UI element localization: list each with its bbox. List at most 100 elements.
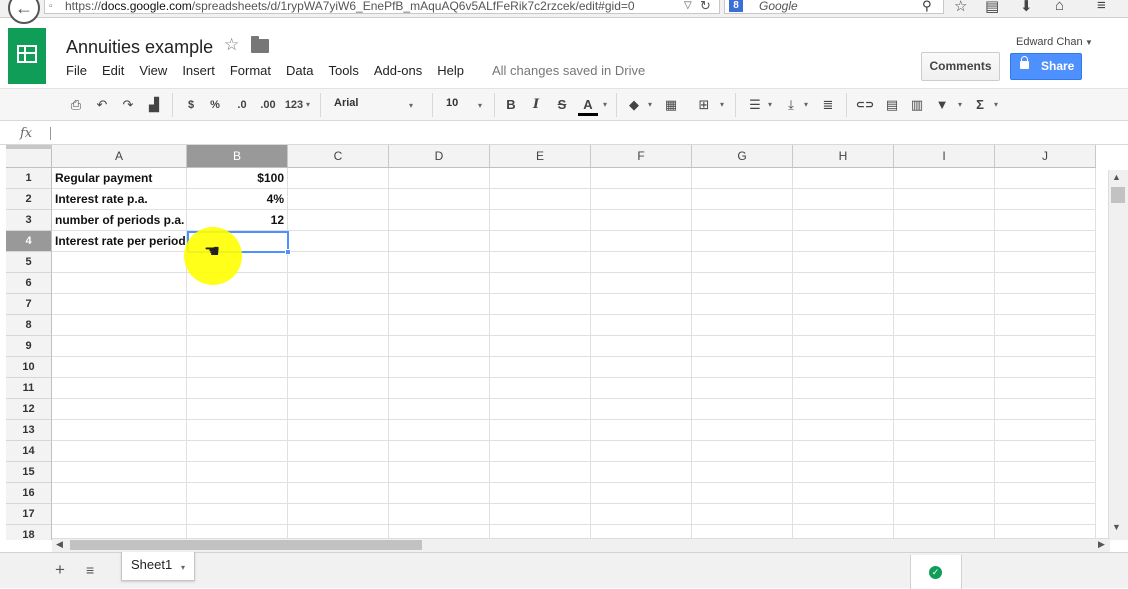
cell-d17[interactable] [389, 504, 490, 525]
cell-g16[interactable] [692, 483, 793, 504]
cell-c15[interactable] [288, 462, 389, 483]
cell-d16[interactable] [389, 483, 490, 504]
account-caret-icon[interactable]: ▼ [1085, 38, 1093, 47]
cell-j11[interactable] [995, 378, 1096, 399]
cell-a6[interactable] [52, 273, 187, 294]
star-icon[interactable]: ☆ [224, 35, 239, 55]
cell-f15[interactable] [591, 462, 692, 483]
vertical-align-caret-icon[interactable]: ▾ [802, 96, 810, 114]
cell-g3[interactable] [692, 210, 793, 231]
cell-b13[interactable] [187, 420, 288, 441]
cell-j13[interactable] [995, 420, 1096, 441]
search-icon[interactable]: ⚲ [922, 0, 932, 14]
percent-format-button[interactable]: % [207, 96, 223, 114]
cell-a2[interactable]: Interest rate p.a. [52, 189, 187, 210]
cell-d3[interactable] [389, 210, 490, 231]
cell-c16[interactable] [288, 483, 389, 504]
cell-b11[interactable] [187, 378, 288, 399]
folder-icon[interactable] [251, 36, 269, 53]
column-header-f[interactable]: F [591, 145, 692, 168]
cell-g14[interactable] [692, 441, 793, 462]
cell-d5[interactable] [389, 252, 490, 273]
cell-d14[interactable] [389, 441, 490, 462]
row-header-7[interactable]: 7 [6, 294, 52, 315]
cell-c13[interactable] [288, 420, 389, 441]
cell-e3[interactable] [490, 210, 591, 231]
cell-a4[interactable]: Interest rate per period [52, 231, 187, 252]
bookmark-star-icon[interactable]: ☆ [954, 0, 967, 15]
cell-i6[interactable] [894, 273, 995, 294]
row-header-2[interactable]: 2 [6, 189, 52, 210]
column-header-c[interactable]: C [288, 145, 389, 168]
cell-d6[interactable] [389, 273, 490, 294]
more-formats-caret-icon[interactable]: ▾ [304, 96, 312, 114]
all-sheets-icon[interactable]: ≡ [86, 562, 94, 578]
row-header-17[interactable]: 17 [6, 504, 52, 525]
cell-h15[interactable] [793, 462, 894, 483]
cell-i12[interactable] [894, 399, 995, 420]
cell-j9[interactable] [995, 336, 1096, 357]
scroll-left-arrow-icon[interactable]: ◀ [56, 539, 63, 550]
cell-h1[interactable] [793, 168, 894, 189]
font-caret-icon[interactable]: ▾ [409, 101, 413, 110]
cell-c11[interactable] [288, 378, 389, 399]
cell-j15[interactable] [995, 462, 1096, 483]
filter-caret-icon[interactable]: ▾ [956, 96, 964, 114]
cell-h14[interactable] [793, 441, 894, 462]
address-bar[interactable]: https://docs.google.com/spreadsheets/d/1… [44, 0, 720, 14]
cell-d9[interactable] [389, 336, 490, 357]
text-color-caret-icon[interactable]: ▾ [601, 96, 609, 114]
cell-h17[interactable] [793, 504, 894, 525]
filter-icon[interactable]: ▼ [932, 96, 952, 114]
cell-h13[interactable] [793, 420, 894, 441]
cell-c14[interactable] [288, 441, 389, 462]
formula-bar[interactable]: fx [0, 122, 1128, 145]
vertical-scrollbar[interactable] [1108, 170, 1128, 540]
frozen-row-handle[interactable] [6, 145, 52, 149]
cell-a9[interactable] [52, 336, 187, 357]
fill-handle[interactable] [285, 249, 291, 255]
menu-add-ons[interactable]: Add-ons [374, 63, 422, 79]
cell-g9[interactable] [692, 336, 793, 357]
cell-a14[interactable] [52, 441, 187, 462]
row-header-4[interactable]: 4 [6, 231, 52, 252]
cell-e8[interactable] [490, 315, 591, 336]
cell-g8[interactable] [692, 315, 793, 336]
menu-format[interactable]: Format [230, 63, 271, 79]
cell-i1[interactable] [894, 168, 995, 189]
column-header-i[interactable]: I [894, 145, 995, 168]
cell-g10[interactable] [692, 357, 793, 378]
font-family-select[interactable]: Arial [334, 97, 420, 109]
font-size-select[interactable]: 10 [446, 97, 458, 109]
menu-help[interactable]: Help [437, 63, 464, 79]
cell-b15[interactable] [187, 462, 288, 483]
cell-c9[interactable] [288, 336, 389, 357]
merge-cells-icon[interactable]: ⊞ [694, 96, 714, 114]
cell-d4[interactable] [389, 231, 490, 252]
undo-icon[interactable]: ↶ [92, 96, 112, 114]
menu-data[interactable]: Data [286, 63, 313, 79]
cell-c17[interactable] [288, 504, 389, 525]
bold-button[interactable]: B [502, 96, 520, 114]
cell-i16[interactable] [894, 483, 995, 504]
cell-d13[interactable] [389, 420, 490, 441]
cell-g7[interactable] [692, 294, 793, 315]
cell-j16[interactable] [995, 483, 1096, 504]
cell-e13[interactable] [490, 420, 591, 441]
cell-h16[interactable] [793, 483, 894, 504]
cell-j2[interactable] [995, 189, 1096, 210]
row-header-1[interactable]: 1 [6, 168, 52, 189]
cell-i14[interactable] [894, 441, 995, 462]
horizontal-align-icon[interactable]: ☰ [745, 96, 765, 114]
cell-a7[interactable] [52, 294, 187, 315]
paint-format-icon[interactable]: ▟ [144, 96, 164, 114]
more-formats-button[interactable]: 123 [283, 96, 305, 114]
cell-g12[interactable] [692, 399, 793, 420]
cell-d11[interactable] [389, 378, 490, 399]
cell-h6[interactable] [793, 273, 894, 294]
cell-j1[interactable] [995, 168, 1096, 189]
column-header-d[interactable]: D [389, 145, 490, 168]
cell-e5[interactable] [490, 252, 591, 273]
cell-a13[interactable] [52, 420, 187, 441]
search-engine-logo-icon[interactable]: 8 [729, 0, 743, 12]
